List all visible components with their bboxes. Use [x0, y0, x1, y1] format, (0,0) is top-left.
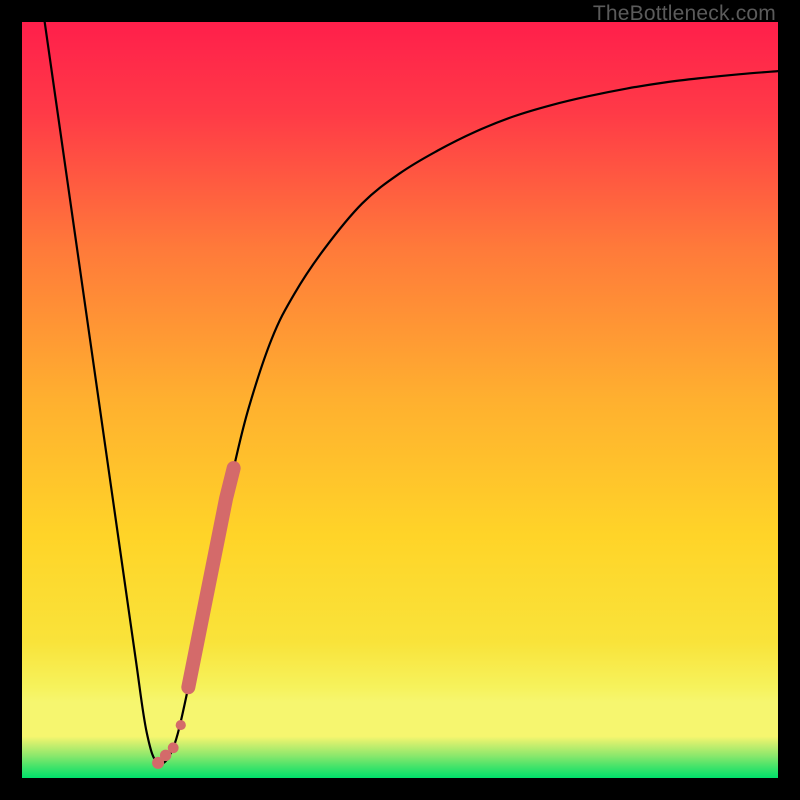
highlight-dot	[168, 742, 179, 753]
highlight-dot	[176, 720, 186, 730]
watermark-label: TheBottleneck.com	[593, 2, 776, 26]
chart-svg	[22, 22, 778, 778]
chart-frame	[22, 22, 778, 778]
highlight-dot	[184, 682, 194, 692]
